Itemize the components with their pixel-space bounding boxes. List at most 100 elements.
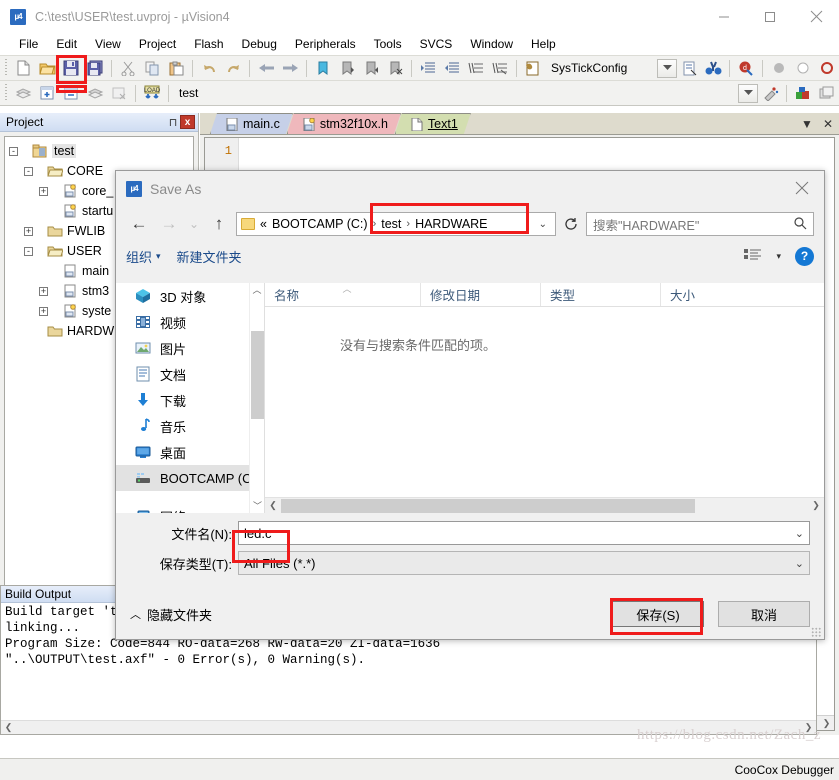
bookmark-toggle-icon[interactable] bbox=[312, 58, 334, 79]
menu-edit[interactable]: Edit bbox=[47, 35, 86, 53]
file-list-horizontal-scrollbar[interactable]: ❮ ❯ bbox=[265, 497, 824, 513]
insert-item-icon[interactable] bbox=[678, 58, 700, 79]
close-button[interactable] bbox=[793, 0, 839, 33]
dialog-close-button[interactable] bbox=[780, 171, 824, 205]
scroll-left-icon[interactable]: ❮ bbox=[1, 722, 16, 733]
menu-peripherals[interactable]: Peripherals bbox=[286, 35, 365, 53]
tree-expander[interactable]: + bbox=[39, 186, 48, 196]
menu-tools[interactable]: Tools bbox=[365, 35, 411, 53]
tree-item-test[interactable]: - test bbox=[9, 141, 193, 161]
tree-expander[interactable]: + bbox=[39, 286, 48, 296]
chevron-down-icon[interactable]: ⌄ bbox=[795, 557, 804, 570]
new-file-icon[interactable] bbox=[12, 58, 34, 79]
breakpoint-filled-icon[interactable] bbox=[768, 58, 790, 79]
editor-tab-main-c[interactable]: main.c bbox=[210, 113, 293, 134]
menu-window[interactable]: Window bbox=[461, 35, 522, 53]
pin-icon[interactable]: ⊓ bbox=[166, 116, 180, 129]
batch-build-icon[interactable] bbox=[84, 83, 106, 104]
breadcrumb[interactable]: « BOOTCAMP (C:) › test › HARDWARE ⌄ bbox=[236, 212, 556, 236]
open-file-icon[interactable] bbox=[36, 58, 58, 79]
undo-icon[interactable] bbox=[198, 58, 220, 79]
bookmark-prev-icon[interactable] bbox=[336, 58, 358, 79]
scroll-thumb[interactable] bbox=[251, 331, 264, 419]
target-dropdown-button[interactable] bbox=[738, 83, 758, 103]
copy-icon[interactable] bbox=[141, 58, 163, 79]
sidebar-item-music[interactable]: 音乐 bbox=[116, 413, 264, 439]
menu-project[interactable]: Project bbox=[130, 35, 185, 53]
column-header-date-modified[interactable]: 修改日期 bbox=[420, 283, 540, 306]
build-toolbar-grip[interactable] bbox=[3, 84, 9, 102]
toolbar-grip[interactable] bbox=[3, 59, 9, 77]
scroll-thumb[interactable] bbox=[281, 498, 695, 513]
search-input[interactable]: 搜索"HARDWARE" bbox=[586, 212, 814, 236]
file-list[interactable]: ︿ 名称 修改日期 类型 大小 没有与搜索条件匹配的项。 ❮ ❯ bbox=[264, 283, 824, 513]
breakpoint-empty-icon[interactable] bbox=[792, 58, 814, 79]
chevron-down-icon[interactable]: ⌄ bbox=[795, 527, 804, 540]
tree-expander[interactable]: - bbox=[24, 166, 33, 176]
bookmark-clear-icon[interactable] bbox=[384, 58, 406, 79]
sidebar-item-desktop[interactable]: 桌面 bbox=[116, 439, 264, 465]
tree-expander[interactable]: - bbox=[24, 246, 33, 256]
navigate-back-icon[interactable] bbox=[255, 58, 277, 79]
sidebar-item-bootcamp-drive[interactable]: BOOTCAMP (C bbox=[116, 465, 264, 491]
chevron-down-icon[interactable]: ▼ bbox=[801, 117, 813, 131]
target-options-icon[interactable] bbox=[759, 83, 781, 104]
sidebar-item-3d-objects[interactable]: 3D 对象 bbox=[116, 283, 264, 309]
sidebar-scrollbar[interactable]: ︿ ﹀ bbox=[249, 283, 264, 513]
tree-expander[interactable]: - bbox=[9, 146, 18, 156]
cancel-button[interactable]: 取消 bbox=[718, 601, 810, 627]
editor-tab-stm32f10x-h[interactable]: stm32f10x.h bbox=[287, 113, 401, 134]
menu-view[interactable]: View bbox=[86, 35, 130, 53]
editor-tab-text1[interactable]: Text1 bbox=[395, 113, 471, 134]
column-header-name[interactable]: ︿ 名称 bbox=[265, 283, 420, 306]
breadcrumb-item-hardware[interactable]: HARDWARE bbox=[415, 217, 487, 231]
menu-help[interactable]: Help bbox=[522, 35, 565, 53]
hide-folders-toggle[interactable]: ︿ 隐藏文件夹 bbox=[130, 605, 212, 624]
breadcrumb-dropdown-icon[interactable]: ⌄ bbox=[539, 219, 551, 230]
recent-locations-button[interactable]: ⌄ bbox=[186, 211, 202, 237]
uncomment-lines-icon[interactable] bbox=[489, 58, 511, 79]
sidebar-item-documents[interactable]: 文档 bbox=[116, 361, 264, 387]
project-panel-close-icon[interactable]: x bbox=[180, 115, 195, 129]
breakpoint-disable-icon[interactable] bbox=[816, 58, 838, 79]
start-debug-icon[interactable]: d bbox=[735, 58, 757, 79]
indent-decrease-icon[interactable] bbox=[441, 58, 463, 79]
manage-components-icon[interactable] bbox=[792, 83, 814, 104]
scroll-up-icon[interactable]: ︿ bbox=[250, 283, 264, 297]
menu-file[interactable]: File bbox=[10, 35, 47, 53]
scroll-down-icon[interactable]: ﹀ bbox=[250, 499, 264, 513]
menu-svcs[interactable]: SVCS bbox=[411, 35, 462, 53]
breadcrumb-item-drive[interactable]: BOOTCAMP (C:) bbox=[272, 217, 368, 231]
build-target-icon[interactable] bbox=[36, 83, 58, 104]
download-icon[interactable]: LOAD bbox=[141, 83, 163, 104]
sidebar-item-network[interactable]: 网络 bbox=[116, 503, 264, 513]
help-icon[interactable]: ? bbox=[795, 246, 814, 266]
search-icon[interactable] bbox=[793, 216, 807, 233]
bookmark-next-icon[interactable] bbox=[360, 58, 382, 79]
manage-project-items-icon[interactable] bbox=[816, 83, 838, 104]
navigate-forward-icon[interactable] bbox=[279, 58, 301, 79]
save-file-icon[interactable] bbox=[60, 58, 82, 79]
new-folder-button[interactable]: 新建文件夹 bbox=[177, 247, 242, 266]
rebuild-all-icon[interactable] bbox=[60, 83, 82, 104]
breadcrumb-overflow[interactable]: « bbox=[260, 217, 267, 231]
configuration-wizard-icon[interactable] bbox=[522, 58, 544, 79]
column-header-size[interactable]: 大小 bbox=[660, 283, 824, 306]
stop-build-icon[interactable] bbox=[108, 83, 130, 104]
tree-expander[interactable]: + bbox=[39, 306, 48, 316]
minimize-button[interactable] bbox=[701, 0, 747, 33]
close-icon[interactable]: ✕ bbox=[823, 117, 833, 131]
menu-debug[interactable]: Debug bbox=[233, 35, 286, 53]
column-header-type[interactable]: 类型 bbox=[540, 283, 660, 306]
up-button[interactable]: ↑ bbox=[206, 211, 232, 237]
sidebar-item-videos[interactable]: 视频 bbox=[116, 309, 264, 335]
organize-button[interactable]: 组织 ▾ bbox=[126, 247, 161, 266]
back-button[interactable]: ← bbox=[126, 211, 152, 237]
chevron-down-icon[interactable]: ▾ bbox=[776, 251, 781, 262]
translate-icon[interactable] bbox=[12, 83, 34, 104]
filetype-select[interactable]: All Files (*.*) ⌄ bbox=[238, 551, 810, 575]
redo-icon[interactable] bbox=[222, 58, 244, 79]
binoculars-icon[interactable] bbox=[702, 58, 724, 79]
filename-input[interactable]: led.c ⌄ bbox=[238, 521, 810, 545]
paste-icon[interactable] bbox=[165, 58, 187, 79]
